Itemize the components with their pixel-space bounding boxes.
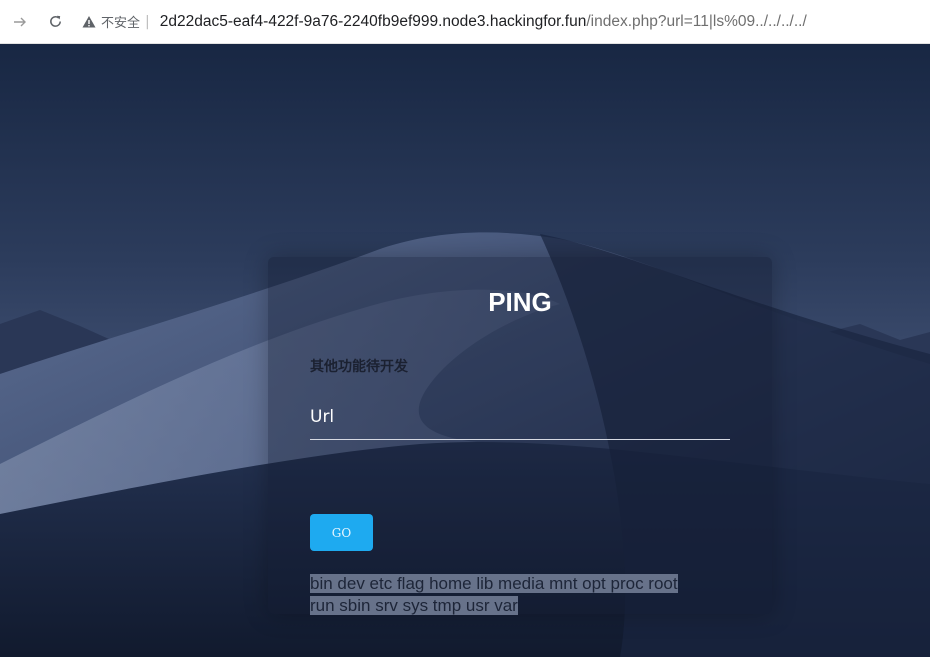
- ping-card: PING 其他功能待开发 GO bin dev etc flag home li…: [268, 257, 772, 617]
- go-button[interactable]: GO: [310, 514, 373, 551]
- url-path: /index.php?url=11|ls%09../../../../: [586, 12, 807, 30]
- arrow-right-icon: [14, 17, 26, 26]
- subtitle: 其他功能待开发: [310, 359, 408, 375]
- separator: |: [145, 13, 150, 30]
- output-line-2: run sbin srv sys tmp usr var: [310, 596, 518, 615]
- page-content: PING 其他功能待开发 GO bin dev etc flag home li…: [0, 44, 930, 657]
- security-indicator[interactable]: 不安全 |: [82, 12, 150, 31]
- security-label: 不安全: [101, 16, 141, 31]
- page-title: PING: [488, 287, 552, 317]
- reload-icon: [49, 15, 61, 27]
- command-output: bin dev etc flag home lib media mnt opt …: [310, 573, 740, 617]
- url-input[interactable]: [310, 400, 730, 440]
- warning-icon: [82, 15, 96, 27]
- forward-button[interactable]: [9, 11, 31, 33]
- output-line-1: bin dev etc flag home lib media mnt opt …: [310, 574, 678, 593]
- url-host: 2d22dac5-eaf4-422f-9a76-2240fb9ef999.nod…: [159, 12, 587, 30]
- browser-toolbar: 不安全 | 2d22dac5-eaf4-422f-9a76-2240fb9ef9…: [0, 0, 930, 44]
- address-bar[interactable]: 2d22dac5-eaf4-422f-9a76-2240fb9ef999.nod…: [160, 13, 807, 31]
- reload-button[interactable]: [44, 11, 66, 33]
